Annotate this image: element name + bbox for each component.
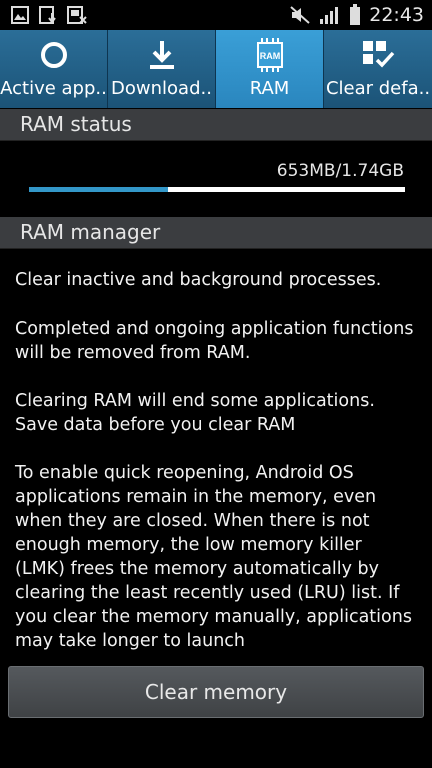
tab-label: RAM xyxy=(249,78,290,99)
screenshot-icon xyxy=(67,6,87,24)
status-bar: 22:43 xyxy=(0,0,432,30)
tab-label: Download.. xyxy=(111,78,212,99)
ram-usage-fill xyxy=(29,187,169,192)
warning-text: Clearing RAM will end some applications.… xyxy=(15,391,375,435)
tab-ram[interactable]: RAM RAM xyxy=(216,30,324,108)
info-text: To enable quick reopening, Android OS ap… xyxy=(15,463,412,651)
download-icon xyxy=(39,6,56,24)
download-icon xyxy=(149,41,174,69)
section-title: RAM manager xyxy=(20,220,161,244)
tab-clear-defaults[interactable]: Clear defa.. xyxy=(324,30,432,108)
clear-memory-button[interactable]: Clear memory xyxy=(8,666,424,718)
section-title: RAM status xyxy=(20,112,132,136)
ram-usage-bar xyxy=(29,187,405,192)
gallery-icon xyxy=(11,6,29,24)
mute-icon xyxy=(290,6,310,24)
ram-status-header: RAM status xyxy=(0,109,432,141)
clock: 22:43 xyxy=(369,4,424,26)
ring-icon xyxy=(40,42,67,68)
signal-icon xyxy=(320,7,339,24)
tab-label: Active app.. xyxy=(0,78,107,99)
description-text: Clear inactive and background processes. xyxy=(15,270,382,290)
ram-icon-text: RAM xyxy=(259,51,280,61)
ram-icon: RAM xyxy=(256,38,283,72)
tab-active-apps[interactable]: Active app.. xyxy=(0,30,108,108)
tab-downloads[interactable]: Download.. xyxy=(108,30,216,108)
description-text: Completed and ongoing application functi… xyxy=(15,319,414,363)
tab-bar: Active app.. Download.. RAM RAM Clear de… xyxy=(0,30,432,108)
battery-icon xyxy=(350,4,361,25)
tab-label: Clear defa.. xyxy=(325,78,431,99)
ram-manager-header: RAM manager xyxy=(0,217,432,249)
clear-defaults-icon xyxy=(363,41,395,68)
ram-usage-text: 653MB/1.74GB xyxy=(276,161,404,181)
